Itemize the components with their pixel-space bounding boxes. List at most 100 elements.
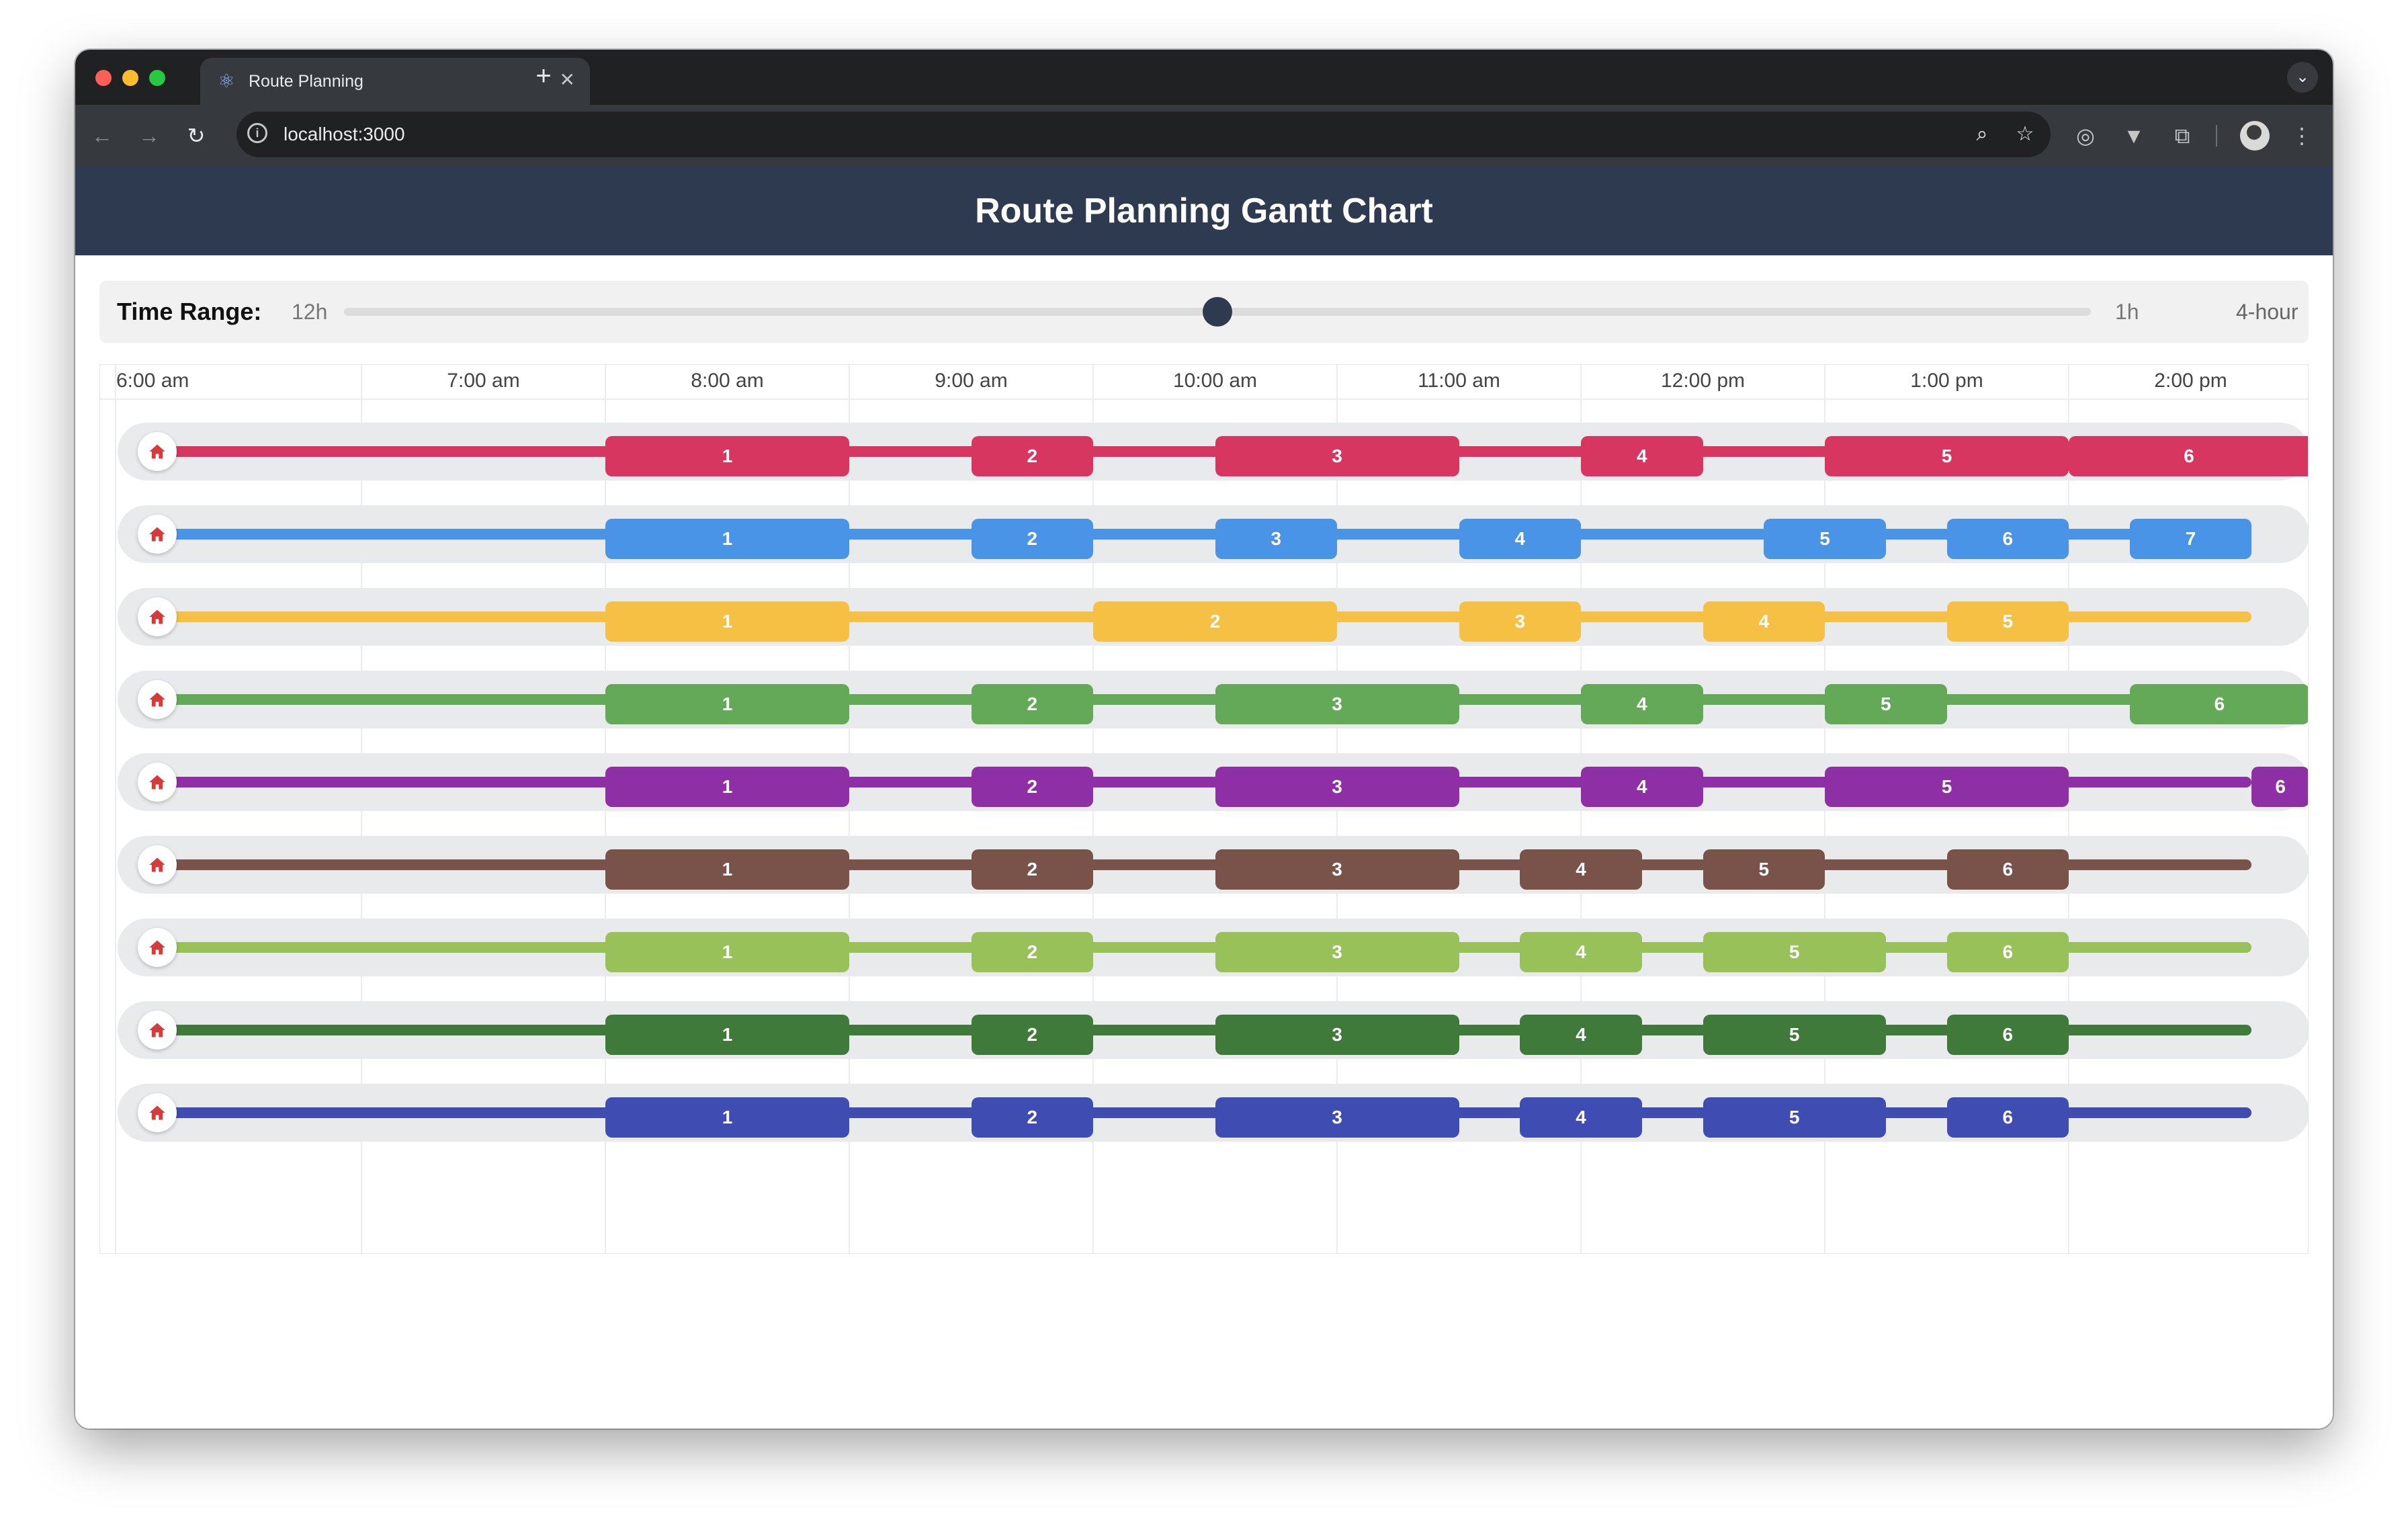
route-stop[interactable]: 2 bbox=[971, 519, 1093, 559]
gantt-chart: 6:00 am 7:00 am 8:00 am 9:00 am 10:00 am 11:0… bbox=[99, 364, 2309, 1254]
route-row: 1 2 3 4 5 6 bbox=[118, 671, 2308, 728]
route-stop[interactable]: 6 bbox=[1946, 1015, 2069, 1055]
tab-bar: ⚛ Route Planning ✕ + ⌄ bbox=[75, 50, 2333, 105]
route-stop[interactable]: 1 bbox=[605, 849, 849, 890]
time-range-control: Time Range: 12h 1h 4-hour range bbox=[99, 281, 2309, 386]
time-range-max-label: 1h bbox=[2115, 300, 2139, 324]
route-stop[interactable]: 4 bbox=[1520, 849, 1642, 890]
app-header: Route Planning Gantt Chart bbox=[75, 167, 2333, 255]
extension-v-icon[interactable]: ▼ bbox=[2118, 120, 2150, 152]
route-stop[interactable]: 4 bbox=[1703, 601, 1825, 642]
route-stop[interactable]: 2 bbox=[971, 436, 1093, 476]
route-stop[interactable]: 1 bbox=[605, 767, 849, 807]
route-stop[interactable]: 3 bbox=[1215, 767, 1459, 807]
minimize-window-button[interactable] bbox=[122, 70, 138, 86]
maximize-window-button[interactable] bbox=[149, 70, 165, 86]
route-stop[interactable]: 5 bbox=[1703, 849, 1825, 890]
route-stop[interactable]: 5 bbox=[1946, 601, 2069, 642]
home-icon[interactable] bbox=[138, 432, 177, 471]
route-stop[interactable]: 2 bbox=[971, 1015, 1093, 1055]
route-stop[interactable]: 3 bbox=[1215, 519, 1337, 559]
route-stop[interactable]: 3 bbox=[1459, 601, 1581, 642]
hour-label: 8:00 am bbox=[691, 370, 764, 392]
time-range-slider[interactable] bbox=[344, 297, 2091, 327]
extension-target-icon[interactable]: ◎ bbox=[2069, 120, 2102, 152]
route-stop[interactable]: 5 bbox=[1825, 767, 2069, 807]
route-stop[interactable]: 2 bbox=[971, 767, 1093, 807]
route-stop[interactable]: 2 bbox=[971, 849, 1093, 890]
home-icon[interactable] bbox=[138, 597, 177, 636]
forward-arrow-icon[interactable]: → bbox=[132, 118, 167, 153]
route-stop[interactable]: 6 bbox=[1946, 932, 2069, 972]
tab-close-icon[interactable]: ✕ bbox=[560, 70, 575, 90]
route-stop[interactable]: 3 bbox=[1215, 684, 1459, 724]
route-stop[interactable]: 2 bbox=[971, 684, 1093, 724]
profile-avatar[interactable] bbox=[2240, 121, 2270, 151]
route-stop[interactable]: 2 bbox=[971, 1097, 1093, 1138]
route-stop[interactable]: 4 bbox=[1520, 1015, 1642, 1055]
address-bar[interactable]: i localhost:3000 ⌕ ☆ bbox=[236, 112, 2051, 157]
app-page: Route Planning Gantt Chart Time Range: 1… bbox=[75, 167, 2333, 1429]
new-tab-button[interactable]: + bbox=[527, 59, 560, 93]
reload-icon[interactable]: ↻ bbox=[179, 118, 214, 153]
route-stop[interactable]: 4 bbox=[1581, 684, 1703, 724]
bookmark-star-icon[interactable]: ☆ bbox=[2012, 121, 2038, 148]
hour-label: 2:00 pm bbox=[2154, 370, 2227, 392]
more-menu-icon[interactable]: ⋮ bbox=[2286, 120, 2318, 152]
tab-title: Route Planning bbox=[249, 72, 363, 91]
tab-search-chevron-icon[interactable]: ⌄ bbox=[2287, 62, 2318, 93]
close-window-button[interactable] bbox=[95, 70, 112, 86]
home-icon[interactable] bbox=[138, 680, 177, 719]
extensions-puzzle-icon[interactable]: ⧉ bbox=[2166, 120, 2198, 152]
route-stop[interactable]: 5 bbox=[1825, 436, 2069, 476]
route-stop[interactable]: 5 bbox=[1703, 1097, 1886, 1138]
route-stop[interactable]: 1 bbox=[605, 1015, 849, 1055]
route-stop[interactable]: 3 bbox=[1215, 1015, 1459, 1055]
route-stop[interactable]: 2 bbox=[1093, 601, 1337, 642]
route-stop[interactable]: 5 bbox=[1703, 1015, 1886, 1055]
route-stop[interactable]: 6 bbox=[1946, 1097, 2069, 1138]
route-stop[interactable]: 6 bbox=[1946, 519, 2069, 559]
route-stop[interactable]: 6 bbox=[1946, 849, 2069, 890]
route-stop[interactable]: 2 bbox=[971, 932, 1093, 972]
route-stop[interactable]: 6 bbox=[2251, 767, 2308, 807]
route-line bbox=[140, 529, 2252, 540]
home-icon[interactable] bbox=[138, 1093, 177, 1132]
route-line bbox=[140, 859, 2252, 870]
url-text[interactable]: localhost:3000 bbox=[284, 124, 405, 145]
route-stop[interactable]: 1 bbox=[605, 436, 849, 476]
home-icon[interactable] bbox=[138, 1011, 177, 1050]
home-icon[interactable] bbox=[138, 845, 177, 884]
route-stop[interactable]: 3 bbox=[1215, 436, 1459, 476]
route-stop[interactable]: 1 bbox=[605, 519, 849, 559]
site-info-icon[interactable]: i bbox=[247, 123, 267, 143]
route-stop[interactable]: 6 bbox=[2069, 436, 2308, 476]
home-icon[interactable] bbox=[138, 928, 177, 967]
home-icon[interactable] bbox=[138, 763, 177, 802]
route-stop[interactable]: 3 bbox=[1215, 1097, 1459, 1138]
route-stop[interactable]: 4 bbox=[1520, 1097, 1642, 1138]
route-stop[interactable]: 1 bbox=[605, 601, 849, 642]
home-icon[interactable] bbox=[138, 515, 177, 554]
route-stop[interactable]: 1 bbox=[605, 684, 849, 724]
zoom-icon[interactable]: ⌕ bbox=[1969, 121, 1995, 148]
route-stop[interactable]: 1 bbox=[605, 1097, 849, 1138]
route-row: 1 2 3 4 5 6 bbox=[118, 836, 2308, 894]
route-stop[interactable]: 5 bbox=[1764, 519, 1886, 559]
back-arrow-icon[interactable]: ← bbox=[85, 118, 120, 153]
time-range-slider-thumb[interactable] bbox=[1203, 297, 1232, 327]
route-stop[interactable]: 4 bbox=[1581, 767, 1703, 807]
route-stop[interactable]: 4 bbox=[1520, 932, 1642, 972]
hour-label: 6:00 am bbox=[116, 370, 189, 392]
route-stop[interactable]: 4 bbox=[1459, 519, 1581, 559]
route-stop[interactable]: 6 bbox=[2129, 684, 2308, 724]
route-stop[interactable]: 1 bbox=[605, 932, 849, 972]
route-stop[interactable]: 3 bbox=[1215, 849, 1459, 890]
time-range-min-label: 12h bbox=[292, 300, 328, 324]
route-stop[interactable]: 4 bbox=[1581, 436, 1703, 476]
route-stop[interactable]: 5 bbox=[1703, 932, 1886, 972]
route-line bbox=[140, 1107, 2252, 1118]
route-stop[interactable]: 5 bbox=[1825, 684, 1947, 724]
route-stop[interactable]: 3 bbox=[1215, 932, 1459, 972]
route-stop[interactable]: 7 bbox=[2129, 519, 2252, 559]
